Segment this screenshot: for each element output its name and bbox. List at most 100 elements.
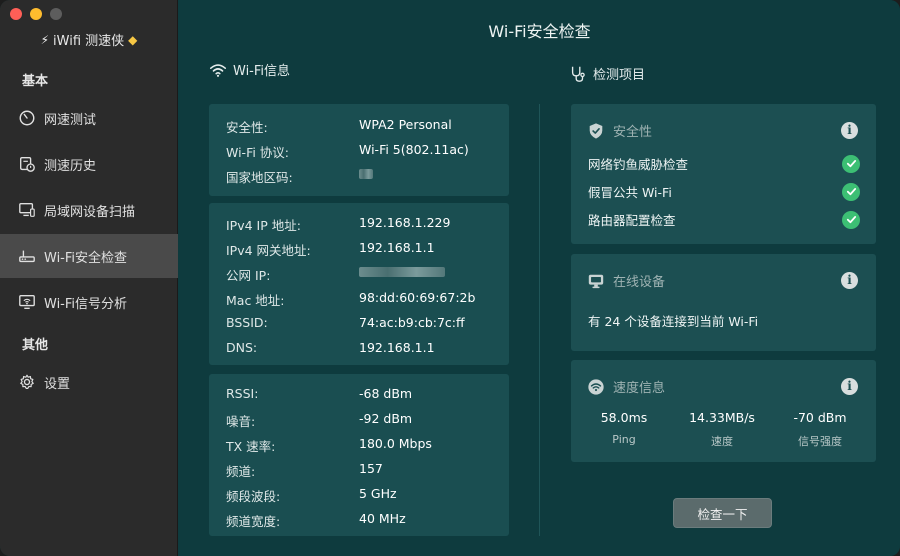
wifi-icon [209,63,227,77]
ipv4-ip-key: IPv4 IP 地址: [226,218,301,233]
devices-card-header: 在线设备 [587,271,665,290]
sidebar-item-lan-scan[interactable]: 局域网设备扫描 [0,188,178,232]
router-icon [19,250,35,263]
wifi-circle-icon [588,378,604,395]
stat-signal: -70 dBm 信号强度 [775,410,865,449]
tx-rate-value: 180.0 Mbps [359,436,432,451]
stat-label: 信号强度 [798,435,842,448]
info-icon[interactable]: i [841,272,858,289]
wifi-protocol-value: Wi-Fi 5(802.11ac) [359,142,469,157]
minimize-window-button[interactable] [30,8,42,20]
sidebar-item-speed-test[interactable]: 网速测试 [0,96,178,140]
security-card-header: 安全性 [587,121,652,140]
sidebar-item-settings[interactable]: 设置 [0,360,178,404]
band-key: 频段波段: [226,489,281,504]
noise-key: 噪音: [226,414,256,429]
app-window: ⚡ iWifi 测速侠 ◆ 基本 网速测试 测速历史 局域网设备扫描 Wi-Fi… [0,0,900,556]
speed-card-title: 速度信息 [613,381,666,396]
rssi-key: RSSI: [226,386,259,401]
public-ip-key: 公网 IP: [226,268,271,283]
window-controls [10,8,62,20]
monitor-icon [588,274,604,288]
security-key: 安全性: [226,120,268,135]
sidebar-item-wifi-security[interactable]: Wi-Fi安全检查 [0,234,178,278]
info-card-radio: RSSI: -68 dBm 噪音: -92 dBm TX 速率: 180.0 M… [209,374,509,536]
checkmark-icon [842,182,860,201]
column-divider [539,104,540,536]
channel-value: 157 [359,461,383,476]
channel-width-value: 40 MHz [359,511,406,526]
stat-label: 速度 [711,435,733,448]
sidebar: ⚡ iWifi 测速侠 ◆ 基本 网速测试 测速历史 局域网设备扫描 Wi-Fi… [0,0,178,556]
info-card-security: 安全性: WPA2 Personal Wi-Fi 协议: Wi-Fi 5(802… [209,104,509,196]
info-card-network: IPv4 IP 地址: 192.168.1.229 IPv4 网关地址: 192… [209,203,509,365]
app-name: iWifi 测速侠 [53,34,125,49]
check-item-label: 假冒公共 Wi-Fi [588,185,672,200]
devices-card-title: 在线设备 [613,275,666,290]
stethoscope-icon [571,66,585,82]
monitor-icon [19,203,35,217]
mac-key: Mac 地址: [226,293,285,308]
speed-card-header: 速度信息 [587,377,665,396]
close-window-button[interactable] [10,8,22,20]
sidebar-item-history[interactable]: 测速历史 [0,142,178,186]
main-panel: Wi-Fi安全检查 Wi-Fi信息 检测项目 安全性: WPA2 Persona… [179,0,900,556]
speedometer-icon [19,110,35,126]
sidebar-item-wifi-signal[interactable]: Wi-Fi信号分析 [0,280,178,324]
security-card-title: 安全性 [613,125,653,140]
security-value: WPA2 Personal [359,117,452,132]
public-ip-value-redacted [359,265,445,280]
mac-value: 98:dd:60:69:67:2b [359,290,476,305]
bolt-icon: ⚡ [40,32,50,47]
sidebar-item-label: 测速历史 [44,158,97,174]
sidebar-item-label: 局域网设备扫描 [44,204,136,220]
stat-ping: 58.0ms Ping [579,410,669,446]
zoom-window-button[interactable] [50,8,62,20]
bssid-key: BSSID: [226,315,268,330]
band-value: 5 GHz [359,486,397,501]
check-now-button[interactable]: 检查一下 [673,498,772,528]
wifi-info-header: Wi-Fi信息 [209,60,290,79]
stat-value: 14.33MB/s [689,410,755,425]
dns-value: 192.168.1.1 [359,340,435,355]
app-brand: ⚡ iWifi 测速侠 ◆ [0,30,178,50]
devices-summary: 有 24 个设备连接到当前 Wi-Fi [588,311,860,330]
check-item-label: 网络钓鱼威胁检查 [588,157,689,172]
section-label-other: 其他 [22,338,49,353]
ipv4-gateway-value: 192.168.1.1 [359,240,435,255]
history-icon [20,157,35,172]
sidebar-item-label: 网速测试 [44,112,97,128]
speed-info-card: 速度信息 i 58.0ms Ping 14.33MB/s 速度 -70 dBm … [571,360,876,462]
channel-width-key: 频道宽度: [226,514,281,529]
check-item-router-config: 路由器配置检查 [588,210,860,229]
online-devices-card: 在线设备 i 有 24 个设备连接到当前 Wi-Fi [571,254,876,351]
shield-check-icon [589,122,603,139]
check-item-label: 路由器配置检查 [588,213,676,228]
channel-key: 频道: [226,464,256,479]
wifi-info-title: Wi-Fi信息 [233,64,291,79]
country-code-value-redacted [359,167,373,182]
stat-value: 58.0ms [600,410,648,425]
stat-label: Ping [612,433,636,446]
bssid-value: 74:ac:b9:cb:7c:ff [359,315,465,330]
wifi-monitor-icon [19,295,35,309]
sidebar-item-label: Wi-Fi信号分析 [44,296,128,312]
wifi-protocol-key: Wi-Fi 协议: [226,145,290,160]
page-title: Wi-Fi安全检查 [488,22,591,41]
checkmark-icon [842,210,860,229]
dns-key: DNS: [226,340,258,355]
info-icon[interactable]: i [841,378,858,395]
sidebar-item-label: Wi-Fi安全检查 [44,250,128,266]
ipv4-gateway-key: IPv4 网关地址: [226,243,311,258]
diamond-icon: ◆ [128,32,138,47]
info-icon[interactable]: i [841,122,858,139]
checks-header: 检测项目 [569,64,645,83]
noise-value: -92 dBm [359,411,413,426]
check-item-phishing: 网络钓鱼威胁检查 [588,154,860,173]
security-check-card: 安全性 i 网络钓鱼威胁检查 假冒公共 Wi-Fi 路由器配置检查 [571,104,876,244]
sidebar-item-label: 设置 [44,376,71,392]
section-label-basic: 基本 [22,74,49,89]
devices-summary-text: 有 24 个设备连接到当前 Wi-Fi [588,314,759,329]
stat-value: -70 dBm [793,410,847,425]
rssi-value: -68 dBm [359,386,413,401]
